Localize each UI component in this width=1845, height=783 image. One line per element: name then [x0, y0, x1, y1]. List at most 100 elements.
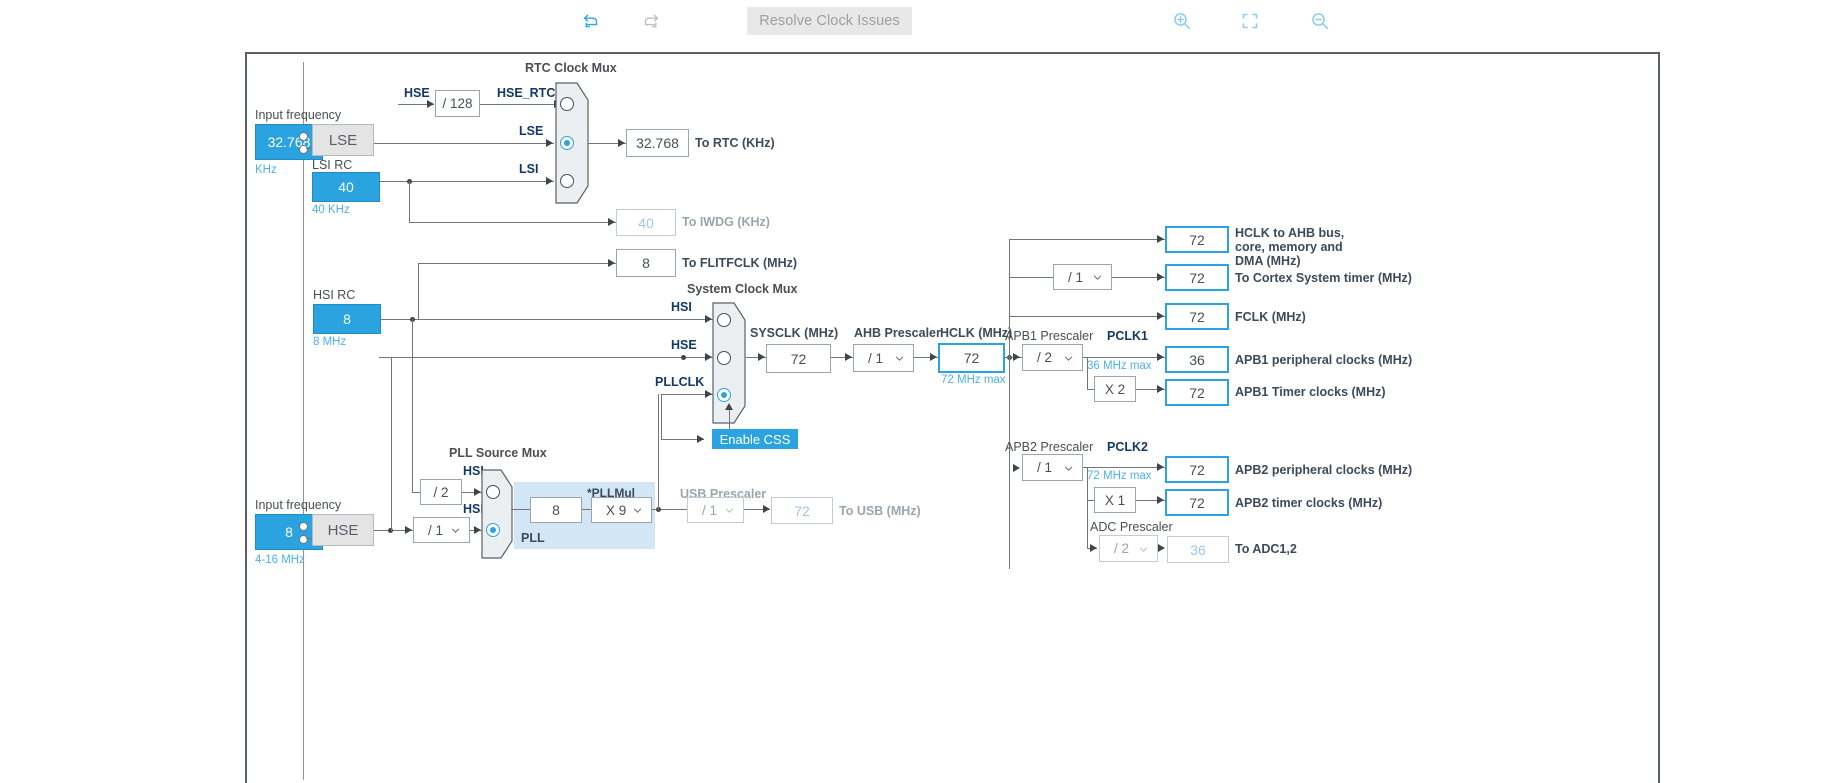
arrow	[608, 259, 615, 267]
wire	[1083, 357, 1165, 358]
arrow	[1013, 464, 1020, 472]
junction	[681, 355, 686, 360]
pll-mux-input-hsi-radio[interactable]	[486, 485, 500, 499]
pll-hsi-divider: / 2	[420, 479, 462, 505]
zoom-in-button[interactable]	[1169, 8, 1195, 34]
arrow	[1013, 353, 1020, 361]
rtc-mux-input-lse-radio[interactable]	[560, 136, 574, 150]
hse-oscillator[interactable]: HSE	[312, 514, 374, 546]
arrow	[608, 218, 615, 226]
output-fclk-label: FCLK (MHz)	[1235, 310, 1306, 324]
enable-css-button[interactable]: Enable CSS	[712, 429, 798, 449]
cortex-prescaler-select[interactable]: / 1	[1053, 264, 1112, 290]
lsi-value-field[interactable]: 40	[312, 172, 380, 202]
adc-prescaler-value: / 2	[1114, 541, 1130, 556]
rtc-clock-mux-title: RTC Clock Mux	[525, 61, 617, 75]
hclk-note: 72 MHz max	[941, 374, 1006, 386]
ahb-prescaler-title: AHB Prescaler	[854, 326, 941, 340]
rtc-mux-lse-label: LSE	[519, 124, 544, 138]
to-iwdg-value: 40	[616, 209, 676, 236]
chevron-down-icon	[1139, 547, 1148, 552]
zoom-out-icon	[1309, 10, 1331, 32]
hsi-title: HSI RC	[313, 288, 356, 302]
arrow	[1157, 463, 1164, 471]
lse-pin-out	[299, 145, 308, 154]
sysclk-value: 72	[766, 344, 831, 373]
adc-prescaler-select[interactable]: / 2	[1099, 535, 1158, 562]
wire	[418, 263, 616, 264]
apb1-max-note: 36 MHz max	[1087, 360, 1152, 372]
arrow	[705, 315, 712, 323]
lse-oscillator[interactable]: LSE	[312, 124, 374, 156]
ahb-prescaler-select[interactable]: / 1	[853, 344, 914, 372]
fit-to-screen-icon	[1239, 10, 1261, 32]
to-flitfclk-label: To FLITFCLK (MHz)	[682, 256, 798, 270]
to-usb-label: To USB (MHz)	[839, 504, 921, 518]
rtc-mux-lsi-label: LSI	[519, 162, 539, 176]
fit-to-screen-button[interactable]	[1237, 8, 1263, 34]
wire	[418, 263, 419, 320]
to-flitfclk-value: 8	[616, 249, 676, 277]
output-fclk-value: 72	[1165, 303, 1229, 330]
wire	[391, 357, 392, 531]
wire	[1087, 467, 1088, 549]
resolve-clock-issues-button[interactable]: Resolve Clock Issues	[747, 7, 912, 35]
chip-boundary-divider	[303, 62, 304, 780]
sys-mux-input-hse-radio[interactable]	[717, 351, 731, 365]
arrow	[725, 403, 733, 410]
sys-mux-input-hsi-radio[interactable]	[717, 313, 731, 327]
wire	[480, 104, 562, 105]
redo-button[interactable]	[638, 8, 664, 34]
wire	[379, 357, 713, 358]
wire	[374, 143, 554, 144]
redo-icon	[641, 11, 661, 31]
hse-pin-out	[299, 535, 308, 544]
clock-configuration-canvas[interactable]: Input frequency 32.768 KHz LSE LSI RC 40…	[245, 52, 1660, 783]
output-cortex-timer-label: To Cortex System timer (MHz)	[1235, 271, 1412, 285]
zoom-out-button[interactable]	[1307, 8, 1333, 34]
rtc-mux-input-hse-rtc-radio[interactable]	[560, 97, 574, 111]
apb1-prescaler-title: APB1 Prescaler	[1005, 329, 1094, 343]
arrow	[1157, 353, 1164, 361]
lse-unit-note: KHz	[255, 164, 277, 176]
wire	[658, 394, 659, 510]
to-iwdg-label: To IWDG (KHz)	[682, 215, 770, 229]
arrow	[758, 353, 765, 361]
wire	[1009, 239, 1165, 240]
pll-input-value: 8	[530, 497, 582, 523]
arrow	[546, 177, 553, 185]
arrow	[1157, 312, 1164, 320]
apb2-prescaler-value: / 1	[1037, 460, 1053, 475]
chevron-down-icon	[895, 356, 904, 361]
hse-rtc-source-label: HSE	[404, 86, 430, 100]
arrow	[474, 526, 481, 534]
undo-button[interactable]	[578, 8, 604, 34]
apb2-prescaler-select[interactable]: / 1	[1022, 454, 1083, 481]
lse-input-frequency-label: Input frequency	[255, 108, 342, 122]
hse-prescaler-value: / 1	[428, 522, 444, 538]
arrow	[845, 353, 852, 361]
arrow	[1157, 235, 1164, 243]
rtc-mux-input-lsi-radio[interactable]	[560, 174, 574, 188]
hse-note: 4-16 MHz	[255, 554, 305, 566]
pllmul-select[interactable]: X 9	[591, 497, 652, 523]
apb1-prescaler-select[interactable]: / 2	[1022, 344, 1083, 371]
hse-rtc-divider: / 128	[435, 90, 480, 117]
sysclk-title: SYSCLK (MHz)	[750, 326, 839, 340]
pll-mux-input-hse-radio[interactable]	[486, 523, 500, 537]
wire	[1083, 467, 1165, 468]
hsi-value-field[interactable]: 8	[313, 304, 381, 334]
hse-prescaler-select[interactable]: / 1	[413, 517, 470, 543]
apb2-peripheral-label: APB2 peripheral clocks (MHz)	[1235, 463, 1413, 477]
usb-prescaler-select[interactable]: / 1	[687, 497, 744, 523]
wire	[1009, 277, 1054, 278]
apb2-prescaler-title: APB2 Prescaler	[1005, 440, 1094, 454]
sys-mux-input-pllclk-radio[interactable]	[717, 388, 731, 402]
chevron-down-icon	[1064, 356, 1073, 361]
wire	[412, 319, 413, 493]
apb1-prescaler-value: / 2	[1037, 350, 1053, 365]
apb2-timer-multiplier: X 1	[1094, 487, 1136, 513]
pll-source-mux[interactable]	[481, 469, 513, 559]
zoom-in-icon	[1171, 10, 1193, 32]
arrow	[1158, 544, 1165, 552]
